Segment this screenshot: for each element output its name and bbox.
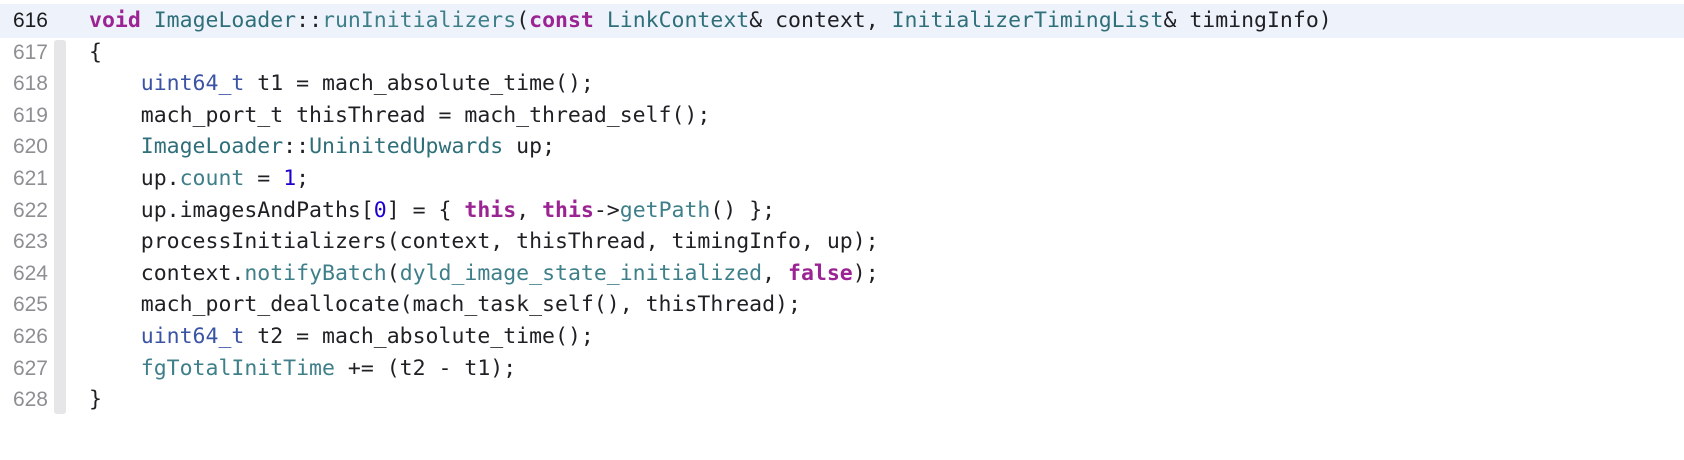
code-line[interactable]: 616 void ImageLoader::runInitializers(con… <box>0 4 1684 38</box>
code-token: mach_port_t thisThread = mach_thread_sel… <box>89 102 711 128</box>
code-line[interactable]: 627 fgTotalInitTime += (t2 - t1); <box>0 352 1684 386</box>
code-token: & timingInfo) <box>1163 8 1332 33</box>
code-line[interactable]: 619 mach_port_t thisThread = mach_thread… <box>0 99 1684 133</box>
code-token: () }; <box>710 197 776 223</box>
code-token: -> <box>593 197 620 223</box>
code-token: ( <box>386 260 400 286</box>
code-token: up.imagesAndPaths[ <box>89 197 374 223</box>
code-token: up; <box>503 134 556 160</box>
code-token: t2 = mach_absolute_time(); <box>244 324 594 349</box>
code-token: ( <box>516 8 530 33</box>
code-token: = <box>244 166 284 191</box>
line-number: 617 <box>12 40 48 64</box>
code-line[interactable]: 618 uint64_t t1 = mach_absolute_time(); <box>0 67 1684 101</box>
code-token: this <box>464 197 517 223</box>
code-text: } <box>89 383 102 417</box>
code-token: UninitedUpwards <box>309 134 504 160</box>
code-token: :: <box>283 134 310 160</box>
code-token: up. <box>89 166 180 191</box>
code-token: 0 <box>373 197 387 223</box>
code-token: & context, <box>749 8 892 33</box>
code-token: this <box>542 197 594 223</box>
code-line[interactable]: 617 { <box>0 36 1684 70</box>
code-line[interactable]: 622 up.imagesAndPaths[0] = { this, this-… <box>0 194 1684 228</box>
code-token: { <box>89 39 102 65</box>
code-token: , <box>762 260 789 286</box>
line-number: 624 <box>12 261 48 285</box>
code-text: up.imagesAndPaths[0] = { this, this->get… <box>89 194 775 228</box>
code-line[interactable]: 623 processInitializers(context, thisThr… <box>0 225 1684 259</box>
code-token: mach_port_deallocate(mach_task_self(), t… <box>89 292 801 318</box>
code-token: } <box>89 387 102 413</box>
code-token: ImageLoader <box>140 134 284 160</box>
code-text: up.count = 1; <box>89 162 309 196</box>
code-line[interactable]: 628} <box>0 383 1684 417</box>
code-token: processInitializers(context, thisThread,… <box>89 229 879 255</box>
code-token: ] = { <box>386 197 465 223</box>
code-token: dyld_image_state_initialized <box>399 260 763 286</box>
line-number: 628 <box>12 388 48 412</box>
code-line[interactable]: 621 up.count = 1; <box>0 162 1684 196</box>
line-number: 622 <box>12 198 48 222</box>
code-line[interactable]: 620 ImageLoader::UninitedUpwards up; <box>0 130 1684 164</box>
code-token: uint64_t <box>140 324 245 349</box>
code-token: false <box>788 260 853 286</box>
line-number: 627 <box>12 356 48 380</box>
line-number: 625 <box>12 293 48 317</box>
code-text: uint64_t t1 = mach_absolute_time(); <box>89 67 594 101</box>
code-text: context.notifyBatch(dyld_image_state_ini… <box>89 257 879 291</box>
code-token: notifyBatch <box>244 260 387 286</box>
code-text: void ImageLoader::runInitializers(const … <box>89 4 1332 38</box>
line-number: 621 <box>12 167 48 190</box>
code-text: { <box>89 36 102 70</box>
line-number: 616 <box>12 9 48 32</box>
code-line[interactable]: 624 context.notifyBatch(dyld_image_state… <box>0 257 1684 291</box>
line-number: 626 <box>12 325 48 348</box>
code-token: uint64_t <box>140 71 245 97</box>
code-text: ImageLoader::UninitedUpwards up; <box>89 130 555 164</box>
code-token: ImageLoader <box>153 8 297 33</box>
code-text: mach_port_deallocate(mach_task_self(), t… <box>89 288 801 322</box>
code-text: mach_port_t thisThread = mach_thread_sel… <box>89 99 711 133</box>
code-line[interactable]: 625 mach_port_deallocate(mach_task_self(… <box>0 288 1684 322</box>
code-token: const <box>529 8 594 33</box>
code-token: context. <box>89 260 245 286</box>
code-token: void <box>89 8 141 33</box>
code-token: , <box>516 197 543 223</box>
line-number: 620 <box>12 135 48 159</box>
code-token: count <box>179 166 245 191</box>
code-text: uint64_t t2 = mach_absolute_time(); <box>89 320 594 354</box>
code-token: fgTotalInitTime <box>140 355 335 381</box>
code-token: getPath <box>619 197 711 223</box>
code-token: LinkContext <box>606 8 750 33</box>
code-token: 1 <box>283 166 297 191</box>
code-token: InitializerTimingList <box>891 8 1164 33</box>
line-number: 618 <box>12 72 48 96</box>
code-token: ); <box>852 260 879 286</box>
code-token: runInitializers <box>322 8 517 33</box>
code-text: fgTotalInitTime += (t2 - t1); <box>89 352 516 386</box>
code-token: t1 = mach_absolute_time(); <box>244 71 594 97</box>
line-number: 619 <box>12 103 48 127</box>
code-text: processInitializers(context, thisThread,… <box>89 225 879 259</box>
code-token: :: <box>296 8 323 33</box>
code-token: += (t2 - t1); <box>334 355 517 381</box>
code-editor[interactable]: 616 void ImageLoader::runInitializers(con… <box>0 0 1684 460</box>
code-token: ; <box>296 166 310 191</box>
line-number: 623 <box>12 230 48 254</box>
code-line[interactable]: 626 uint64_t t2 = mach_absolute_time(); <box>0 320 1684 354</box>
